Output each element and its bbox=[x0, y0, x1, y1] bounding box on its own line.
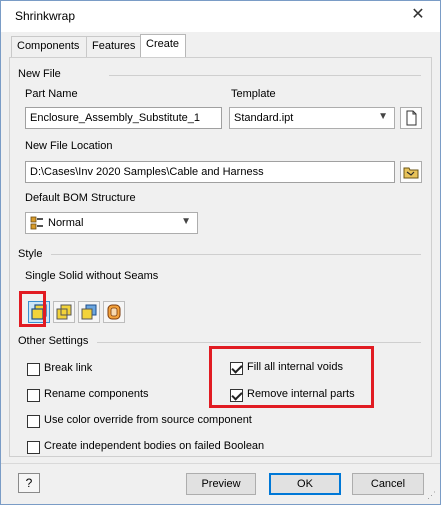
location-input[interactable]: D:\Cases\Inv 2020 Samples\Cable and Harn… bbox=[25, 161, 395, 183]
divider bbox=[51, 254, 421, 255]
dialog-title: Shrinkwrap bbox=[15, 9, 76, 23]
help-button[interactable]: ? bbox=[18, 473, 40, 493]
style-surface-only-button[interactable] bbox=[103, 301, 125, 323]
checkbox-box[interactable] bbox=[27, 441, 40, 454]
highlight-box bbox=[19, 291, 46, 327]
preview-button[interactable]: Preview bbox=[186, 473, 256, 495]
template-file-button[interactable] bbox=[400, 107, 422, 129]
checkbox-box[interactable] bbox=[27, 415, 40, 428]
close-icon[interactable]: ✕ bbox=[408, 5, 428, 25]
independent-bodies-label: Create independent bodies on failed Bool… bbox=[44, 440, 265, 452]
new-file-group-label: New File bbox=[18, 68, 61, 80]
checkbox-box[interactable] bbox=[27, 363, 40, 376]
color-override-label: Use color override from source component bbox=[44, 414, 252, 426]
style-maintain-each-solid-button[interactable] bbox=[78, 301, 100, 323]
tab-features[interactable]: Features bbox=[86, 36, 141, 57]
part-name-label: Part Name bbox=[25, 88, 78, 100]
folder-icon bbox=[403, 167, 419, 179]
bom-value: Normal bbox=[48, 217, 84, 229]
bom-structure-icon bbox=[30, 216, 43, 230]
style-group-label: Style bbox=[18, 248, 43, 260]
rename-components-label: Rename components bbox=[44, 388, 149, 400]
style-description: Single Solid without Seams bbox=[25, 270, 159, 282]
location-label: New File Location bbox=[25, 140, 113, 152]
surface-only-icon bbox=[107, 304, 121, 320]
maintain-each-solid-icon bbox=[81, 304, 97, 320]
shrinkwrap-dialog: Shrinkwrap ✕ Components Features Create … bbox=[0, 0, 441, 505]
break-link-label: Break link bbox=[44, 362, 93, 374]
tab-create[interactable]: Create bbox=[140, 34, 186, 58]
footer-divider bbox=[1, 463, 440, 464]
chevron-down-icon: ▼ bbox=[181, 216, 191, 227]
highlight-box bbox=[209, 346, 374, 408]
cancel-button[interactable]: Cancel bbox=[352, 473, 424, 495]
bom-dropdown[interactable]: Normal ▼ bbox=[25, 212, 198, 234]
template-label: Template bbox=[231, 88, 276, 100]
divider bbox=[109, 75, 421, 76]
single-solid-seams-icon bbox=[56, 304, 72, 320]
bom-label: Default BOM Structure bbox=[25, 192, 136, 204]
tab-components[interactable]: Components bbox=[11, 36, 87, 57]
resize-grip-icon[interactable]: ⋰ bbox=[427, 490, 436, 501]
ok-button[interactable]: OK bbox=[269, 473, 341, 495]
part-name-input[interactable]: Enclosure_Assembly_Substitute_1 bbox=[25, 107, 222, 129]
template-dropdown[interactable]: Standard.ipt ▼ bbox=[229, 107, 395, 129]
chevron-down-icon: ▼ bbox=[378, 111, 388, 122]
title-bar: Shrinkwrap ✕ bbox=[1, 1, 440, 32]
template-value: Standard.ipt bbox=[234, 112, 294, 124]
checkbox-box[interactable] bbox=[27, 389, 40, 402]
file-icon bbox=[406, 110, 417, 126]
other-settings-group-label: Other Settings bbox=[18, 335, 89, 347]
browse-folder-button[interactable] bbox=[400, 161, 422, 183]
divider bbox=[97, 342, 421, 343]
style-single-solid-seams-button[interactable] bbox=[53, 301, 75, 323]
